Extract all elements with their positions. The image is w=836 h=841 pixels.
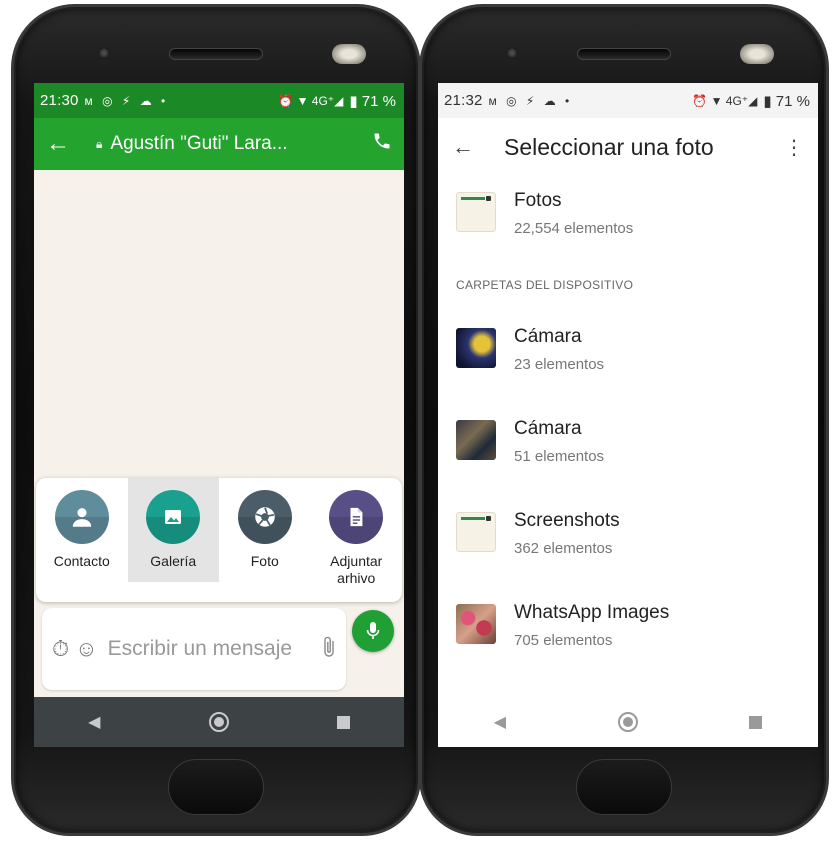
attachment-panel: Contacto Galería Foto Adjuntar arhivo <box>36 478 402 602</box>
album-thumbnail <box>456 192 496 232</box>
attach-label: Contacto <box>53 553 110 569</box>
attach-label: Foto <box>250 553 279 569</box>
status-time: 21:30 <box>40 92 79 109</box>
attach-contact[interactable]: Contacto <box>36 478 128 602</box>
status-bar: 21:30 ᴍ ◎ ⚡ ☁ • ⏰ ▼ 4G⁺◢ ▮ 71 % <box>34 83 404 118</box>
attach-photo[interactable]: Foto <box>219 478 311 602</box>
microphone-icon <box>366 622 380 639</box>
folder-name: Cámara <box>514 418 582 439</box>
folder-thumbnail <box>456 420 496 460</box>
attach-document[interactable]: Adjuntar arhivo <box>311 478 403 602</box>
folder-count: 705 elementos <box>514 632 613 649</box>
chat-title[interactable]: Agustín "Guti" Lara... <box>110 133 366 155</box>
folder-count: 23 elementos <box>514 356 605 373</box>
system-status-icons: ⏰ ▼ 4G⁺◢ <box>278 93 344 108</box>
folder-count: 362 elementos <box>514 540 613 557</box>
folder-count: 51 elementos <box>514 448 605 465</box>
album-count: 22,554 elementos <box>514 220 634 237</box>
front-camera <box>98 47 110 59</box>
folder-thumbnail <box>456 604 496 644</box>
album-name: Fotos <box>514 190 562 211</box>
folder-name: WhatsApp Images <box>514 602 670 623</box>
message-input[interactable]: Escribir un mensaje <box>108 636 322 662</box>
attach-gallery[interactable]: Galería <box>127 478 219 582</box>
list-item-folder[interactable]: Cámara 23 elementos <box>438 312 818 404</box>
whatsapp-chat-screen: 21:30 ᴍ ◎ ⚡ ☁ • ⏰ ▼ 4G⁺◢ ▮ 71 % ← 🔒︎ Agu… <box>34 83 404 747</box>
nav-recent-icon[interactable] <box>749 715 763 729</box>
back-arrow-icon[interactable]: ← <box>46 130 76 158</box>
phone-left: 21:30 ᴍ ◎ ⚡ ☁ • ⏰ ▼ 4G⁺◢ ▮ 71 % ← 🔒︎ Agu… <box>11 4 424 836</box>
list-item-folder[interactable]: Cámara 51 elementos <box>438 404 818 496</box>
folder-name: Cámara <box>514 326 582 347</box>
attach-label: Adjuntar arhivo <box>330 553 383 586</box>
folder-thumbnail <box>456 512 496 552</box>
picker-toolbar: ← Seleccionar una foto ⋮ <box>438 118 818 176</box>
message-compose-box[interactable]: ⏱ ☺ Escribir un mensaje <box>42 608 346 690</box>
home-key <box>168 759 264 815</box>
battery-indicator: ▮ 71 % <box>349 92 396 110</box>
back-arrow-icon[interactable]: ← <box>452 134 492 160</box>
earpiece-speaker <box>577 48 671 60</box>
list-item-folder[interactable]: Screenshots 362 elementos <box>438 496 818 588</box>
phone-right: 21:32 ᴍ ◎ ⚡ ☁ • ⏰ ▼ 4G⁺◢ ▮ 71 % ← Selecc… <box>419 4 829 836</box>
nav-back-icon[interactable]: ◀ <box>88 712 100 732</box>
home-key <box>576 759 672 815</box>
lock-icon: 🔒︎ <box>96 136 103 151</box>
status-time: 21:32 <box>444 92 483 109</box>
chat-toolbar: ← 🔒︎ Agustín "Guti" Lara... <box>34 118 404 170</box>
camera-shutter-icon <box>237 490 292 544</box>
front-flash <box>740 44 774 64</box>
timer-icon[interactable]: ⏱ <box>52 636 69 662</box>
folder-thumbnail <box>456 328 496 368</box>
android-nav-bar: ◀ <box>438 697 818 747</box>
notification-icons: ᴍ ◎ ⚡ ☁ • <box>84 93 169 108</box>
chat-background: Contacto Galería Foto Adjuntar arhivo ⏱ … <box>34 170 404 697</box>
earpiece-speaker <box>169 48 263 60</box>
android-nav-bar: ◀ <box>34 697 404 747</box>
attach-label: Galería <box>150 553 197 569</box>
document-icon <box>329 490 384 544</box>
nav-recent-icon[interactable] <box>336 715 350 729</box>
emoji-icon[interactable]: ☺ <box>75 636 97 662</box>
system-status-icons: ⏰ ▼ 4G⁺◢ <box>692 93 758 108</box>
list-item-fotos[interactable]: Fotos 22,554 elementos <box>438 176 818 268</box>
list-item-folder[interactable]: WhatsApp Images 705 elementos <box>438 588 818 680</box>
notification-icons: ᴍ ◎ ⚡ ☁ • <box>488 93 573 108</box>
front-flash <box>332 44 366 64</box>
person-icon <box>54 490 109 544</box>
paperclip-icon[interactable] <box>322 635 336 664</box>
nav-home-icon[interactable] <box>617 712 638 732</box>
image-icon <box>146 490 201 544</box>
status-bar: 21:32 ᴍ ◎ ⚡ ☁ • ⏰ ▼ 4G⁺◢ ▮ 71 % <box>438 83 818 118</box>
folder-name: Screenshots <box>514 510 620 531</box>
overflow-menu-icon[interactable]: ⋮ <box>784 135 804 160</box>
microphone-button[interactable] <box>352 610 394 652</box>
photo-picker-screen: 21:32 ᴍ ◎ ⚡ ☁ • ⏰ ▼ 4G⁺◢ ▮ 71 % ← Selecc… <box>438 83 818 747</box>
page-title: Seleccionar una foto <box>504 133 714 160</box>
battery-indicator: ▮ 71 % <box>763 92 810 110</box>
nav-home-icon[interactable] <box>208 712 229 732</box>
phone-call-icon[interactable] <box>372 131 392 157</box>
front-camera <box>506 47 518 59</box>
section-header: CARPETAS DEL DISPOSITIVO <box>456 278 634 292</box>
nav-back-icon[interactable]: ◀ <box>494 712 506 732</box>
